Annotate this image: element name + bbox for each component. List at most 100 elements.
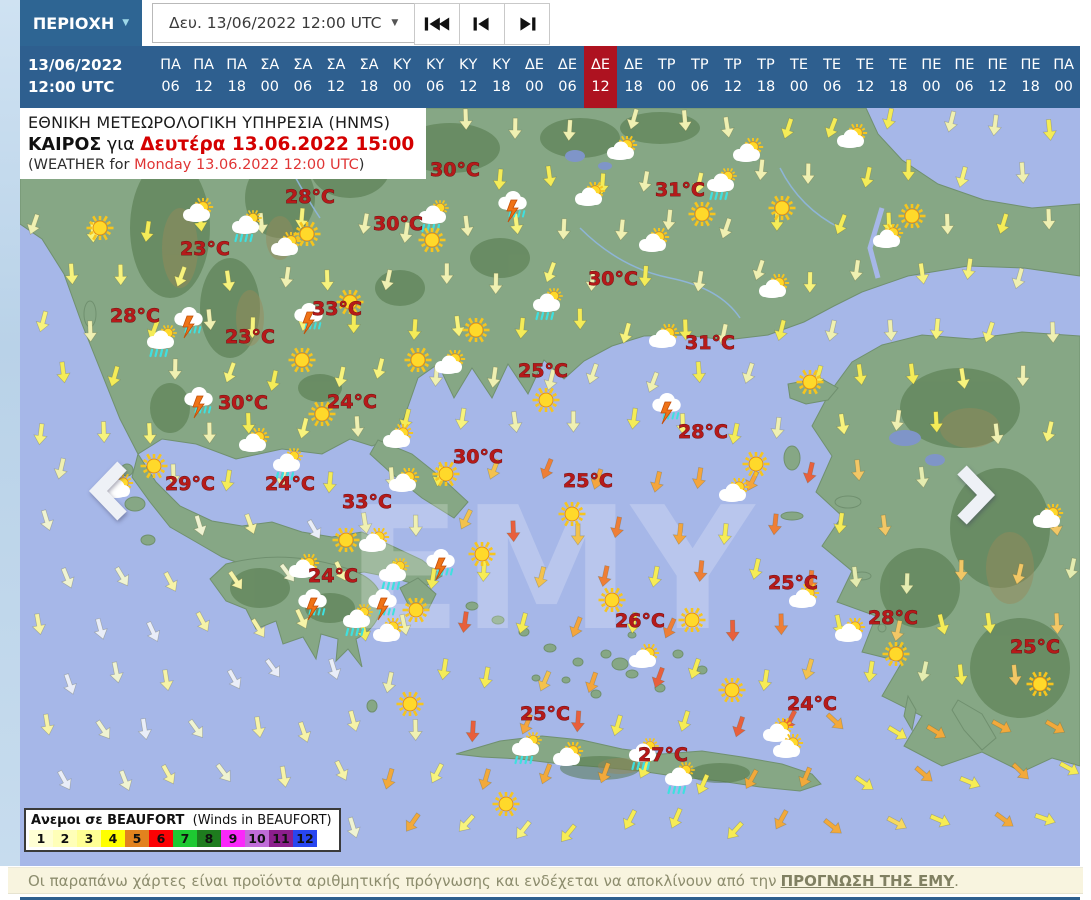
legend-cell: 5: [125, 830, 149, 847]
timeline-step[interactable]: ΤΡ 06: [683, 46, 716, 108]
temperature-label: 30°C: [588, 268, 638, 290]
temperature-label: 30°C: [373, 213, 423, 235]
timeline-step[interactable]: ΤΕ 00: [782, 46, 815, 108]
datetime-dropdown-label: Δευ. 13/06/2022 12:00 UTC: [169, 14, 382, 32]
temperature-label: 33°C: [312, 298, 362, 320]
page-left-margin: [0, 0, 20, 866]
timeline-current-time: 12:00 UTC: [28, 78, 115, 96]
forecast-timeline: 13/06/2022 12:00 UTC ΠΑ 06 ΠΑ 12 ΠΑ 18 ΣΑ 00 ΣΑ 0…: [20, 46, 1080, 108]
skip-to-start-button[interactable]: [414, 3, 461, 45]
temperature-label: 23°C: [180, 238, 230, 260]
region-dropdown-label: ΠΕΡΙΟΧΗ: [32, 13, 115, 33]
temperature-label: 30°C: [453, 446, 503, 468]
legend-cell: 10: [245, 830, 269, 847]
temperature-label: 24°C: [787, 693, 837, 715]
temperature-label: 29°C: [165, 473, 215, 495]
step-forward-icon: [512, 14, 542, 34]
timeline-step[interactable]: ΤΕ 18: [882, 46, 915, 108]
timeline-steps: ΠΑ 06 ΠΑ 12 ΠΑ 18 ΣΑ 00 ΣΑ 06 ΣΑ 12 ΣΑ 18 ΚΥ 00 ΚΥ 06 ΚΥ 12…: [154, 46, 1080, 108]
timeline-step[interactable]: ΠΕ 18: [1014, 46, 1047, 108]
timeline-step[interactable]: ΤΡ 12: [716, 46, 749, 108]
timeline-step[interactable]: ΔΕ 18: [617, 46, 650, 108]
forecast-title-en: (WEATHER for Monday 13.06.2022 12:00 UTC…: [28, 157, 365, 173]
timeline-step[interactable]: ΠΑ 00: [1047, 46, 1080, 108]
timeline-step[interactable]: ΤΕ 06: [816, 46, 849, 108]
temperature-label: 31°C: [685, 332, 735, 354]
timeline-current-datetime: 13/06/2022 12:00 UTC: [20, 46, 154, 108]
temperature-label: 31°C: [655, 179, 705, 201]
timeline-step[interactable]: ΠΕ 00: [915, 46, 948, 108]
timeline-step[interactable]: ΣΑ 00: [253, 46, 286, 108]
temperature-label: 28°C: [868, 607, 918, 629]
forecast-title-gr: ΚΑΙΡΟΣ για Δευτέρα 13.06.2022 15:00: [28, 134, 415, 155]
temperature-label: 24°C: [327, 391, 377, 413]
legend-cell: 12: [293, 830, 317, 847]
timeline-step[interactable]: ΠΑ 06: [154, 46, 187, 108]
legend-cell: 8: [197, 830, 221, 847]
temperature-label: 25°C: [1010, 636, 1060, 658]
temperature-label: 25°C: [518, 360, 568, 382]
temperature-label: 33°C: [342, 491, 392, 513]
skip-to-start-icon: [422, 14, 452, 34]
temperature-label: 30°C: [430, 159, 480, 181]
timeline-step[interactable]: ΠΕ 06: [948, 46, 981, 108]
timeline-step[interactable]: ΠΑ 12: [187, 46, 220, 108]
temperature-label: 24°C: [308, 565, 358, 587]
timeline-step[interactable]: ΠΑ 18: [220, 46, 253, 108]
timeline-step[interactable]: ΣΑ 18: [352, 46, 385, 108]
legend-cell: 3: [77, 830, 101, 847]
step-back-button[interactable]: [459, 3, 506, 45]
legend-cell: 4: [101, 830, 125, 847]
region-dropdown-button[interactable]: ΠΕΡΙΟΧΗ ▼: [20, 0, 142, 46]
temperature-label: 28°C: [110, 305, 160, 327]
timeline-step[interactable]: ΤΡ 18: [749, 46, 782, 108]
temperature-label: 26°C: [615, 610, 665, 632]
legend-cell: 6: [149, 830, 173, 847]
legend-cell: 7: [173, 830, 197, 847]
timeline-current-date: 13/06/2022: [28, 56, 123, 74]
timeline-step[interactable]: ΚΥ 12: [452, 46, 485, 108]
legend-scale: 1 2 3 4 5 6 7 8 9 10 11 12: [29, 830, 336, 847]
timeline-step[interactable]: ΔΕ 12: [584, 46, 618, 108]
emy-forecast-link[interactable]: ΠΡΟΓΝΩΣΗ ΤΗΣ ΕΜΥ: [781, 872, 954, 890]
temperature-label: 24°C: [265, 473, 315, 495]
temperature-label: 27°C: [638, 744, 688, 766]
legend-cell: 9: [221, 830, 245, 847]
map-title-box: ΕΘΝΙΚΗ ΜΕΤΕΩΡΟΛΟΓΙΚΗ ΥΠΗΡΕΣΙΑ (HNMS) ΚΑΙ…: [20, 108, 427, 179]
step-forward-button[interactable]: [504, 3, 551, 45]
timeline-step[interactable]: ΔΕ 00: [518, 46, 551, 108]
temperature-label: 28°C: [678, 421, 728, 443]
temperature-label: 25°C: [768, 572, 818, 594]
legend-cell: 2: [53, 830, 77, 847]
timeline-step[interactable]: ΤΕ 12: [849, 46, 882, 108]
timeline-step[interactable]: ΤΡ 00: [650, 46, 683, 108]
timeline-step[interactable]: ΚΥ 18: [485, 46, 518, 108]
temperature-label: 25°C: [520, 703, 570, 725]
timeline-step[interactable]: ΚΥ 06: [419, 46, 452, 108]
step-back-icon: [467, 14, 497, 34]
chevron-down-icon: ▼: [122, 18, 130, 28]
timeline-step[interactable]: ΔΕ 06: [551, 46, 584, 108]
legend-title: Ανεμοι σε BEAUFORT (Winds in BEAUFORT): [31, 813, 332, 828]
weather-map[interactable]: ΕΜΥ 30°C 31°C 28°C 30°C 23°C 30°C 28°C 33°C 23°C…: [20, 108, 1080, 866]
temperature-label: 28°C: [285, 186, 335, 208]
temperature-label: 23°C: [225, 326, 275, 348]
disclaimer-text: Οι παραπάνω χάρτες είναι προϊόντα αριθμη…: [28, 871, 777, 890]
chevron-down-icon: ▼: [391, 18, 399, 28]
timeline-step[interactable]: ΚΥ 00: [386, 46, 419, 108]
timeline-step[interactable]: ΣΑ 12: [319, 46, 352, 108]
temperature-label: 30°C: [218, 392, 268, 414]
map-canvas: ΕΜΥ 30°C 31°C 28°C 30°C 23°C 30°C 28°C 33°C 23°C…: [20, 108, 1080, 866]
beaufort-legend: Ανεμοι σε BEAUFORT (Winds in BEAUFORT) 1…: [24, 808, 341, 852]
disclaimer-bar: Οι παραπάνω χάρτες είναι προϊόντα αριθμη…: [8, 867, 1083, 894]
toolbar: ΠΕΡΙΟΧΗ ▼ Δευ. 13/06/2022 12:00 UTC ▼: [20, 0, 1080, 46]
temperature-label: 25°C: [563, 470, 613, 492]
legend-cell: 1: [29, 830, 53, 847]
timeline-step[interactable]: ΣΑ 06: [286, 46, 319, 108]
watermark: ΕΜΥ: [346, 471, 756, 669]
hnms-forecast-page: { "toolbar": { "region_button": "ΠΕΡΙΟΧΗ…: [0, 0, 1091, 900]
agency-name: ΕΘΝΙΚΗ ΜΕΤΕΩΡΟΛΟΓΙΚΗ ΥΠΗΡΕΣΙΑ (HNMS): [28, 113, 391, 132]
timeline-step[interactable]: ΠΕ 12: [981, 46, 1014, 108]
legend-cell: 11: [269, 830, 293, 847]
datetime-dropdown-button[interactable]: Δευ. 13/06/2022 12:00 UTC ▼: [152, 3, 416, 43]
